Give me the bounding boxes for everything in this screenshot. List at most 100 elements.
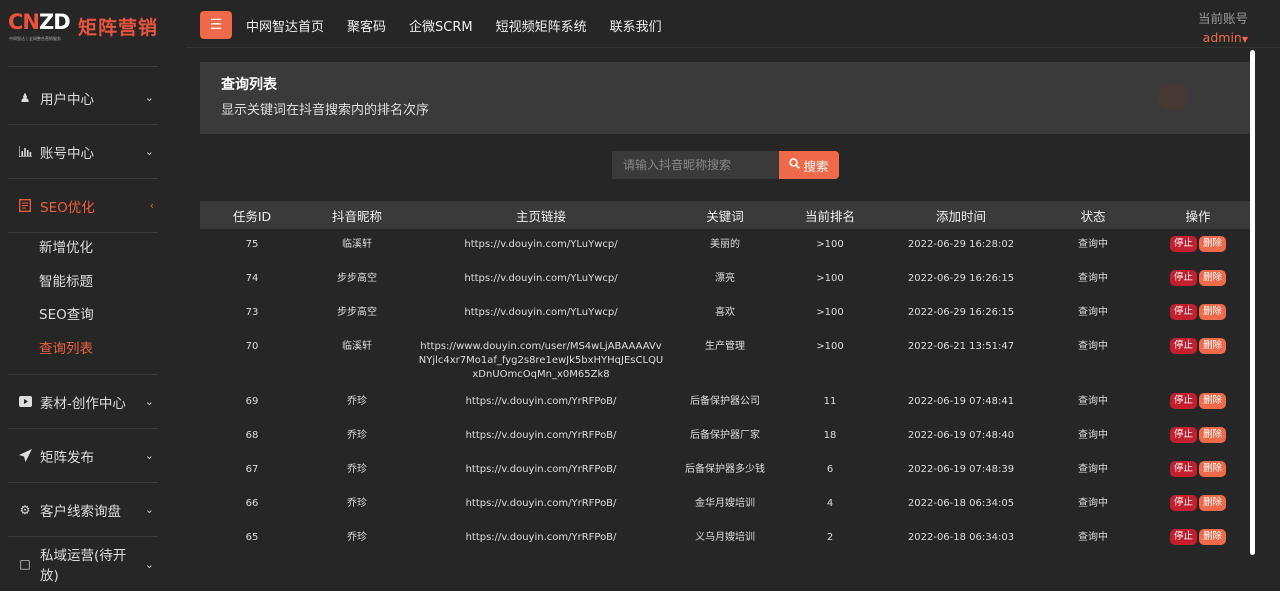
- delete-button[interactable]: 删除: [1199, 270, 1227, 286]
- table-cell-link[interactable]: https://v.douyin.com/YrRFPoB/: [410, 522, 672, 545]
- delete-button[interactable]: 删除: [1199, 236, 1227, 252]
- submenu-item-seo-query[interactable]: SEO查询: [8, 299, 158, 333]
- sidebar-item-user-center[interactable]: ♟ 用户中心 ⌄: [8, 71, 158, 125]
- table-row: 69 乔珍 https://v.douyin.com/YrRFPoB/后备保护器公司…: [200, 386, 1250, 420]
- document-icon: [18, 199, 32, 213]
- table-cell-status: 查询中: [1078, 532, 1108, 543]
- chevron-down-icon: ⌄: [144, 449, 154, 462]
- sidebar: CNZD 中网智达 | 全网整合营销服务 矩阵营销 ♟ 用户中心 ⌄ 账号中心 …: [0, 0, 186, 584]
- table-row: 70 临溪轩 https://www.douyin.com/user/MS4wLjA…: [200, 331, 1250, 386]
- delete-button[interactable]: 删除: [1199, 338, 1227, 354]
- send-icon: [18, 449, 32, 463]
- submenu-item-new-optimization[interactable]: 新增优化: [8, 232, 158, 266]
- stop-button[interactable]: 停止: [1169, 495, 1197, 511]
- stop-button[interactable]: 停止: [1169, 338, 1197, 354]
- search-button[interactable]: 搜索: [779, 151, 839, 179]
- delete-button[interactable]: 删除: [1199, 461, 1227, 477]
- delete-button[interactable]: 删除: [1199, 529, 1227, 545]
- table-cell-rank: >100: [816, 273, 844, 284]
- submenu-item-query-list[interactable]: 查询列表: [8, 333, 158, 367]
- table-cell-link[interactable]: https://v.douyin.com/YrRFPoB/: [410, 488, 672, 511]
- sidebar-item-private-domain[interactable]: □ 私域运营(待开放) ⌄: [8, 537, 158, 591]
- nav-juke-code[interactable]: 聚客码: [347, 16, 386, 35]
- table-cell-link[interactable]: https://v.douyin.com/YLuYwcp/: [410, 297, 672, 320]
- table-cell-id: 67: [245, 464, 259, 475]
- sidebar-item-label: 账号中心: [40, 145, 94, 162]
- gear-icon: ⚙: [19, 502, 31, 517]
- table-cell-time: 2022-06-18 06:34:05: [907, 498, 1015, 509]
- table-cell-time: 2022-06-29 16:28:02: [907, 239, 1015, 250]
- submenu-item-smart-title[interactable]: 智能标题: [8, 266, 158, 300]
- table-cell-kw: 美丽的: [710, 239, 740, 250]
- sidebar-item-matrix-publish[interactable]: 矩阵发布 ⌄: [8, 429, 158, 483]
- table-cell-kw: 漂亮: [715, 273, 735, 284]
- scrollbar[interactable]: [1250, 50, 1255, 555]
- table-cell-nick: 乔珍: [347, 498, 367, 509]
- delete-button[interactable]: 删除: [1199, 304, 1227, 320]
- table-cell-nick: 临溪轩: [342, 341, 372, 352]
- video-icon: [18, 395, 32, 409]
- stop-button[interactable]: 停止: [1169, 461, 1197, 477]
- delete-button[interactable]: 删除: [1199, 393, 1227, 409]
- sidebar-item-label: 私域运营(待开放): [40, 548, 127, 584]
- stop-button[interactable]: 停止: [1169, 393, 1197, 409]
- table-cell-kw: 义乌月嫂培训: [695, 532, 755, 543]
- sidebar-item-account-center[interactable]: 账号中心 ⌄: [8, 125, 158, 179]
- sidebar-item-leads[interactable]: ⚙ 客户线索询盘 ⌄: [8, 483, 158, 537]
- stop-button[interactable]: 停止: [1169, 529, 1197, 545]
- table-cell-id: 69: [245, 396, 259, 407]
- table-cell-link[interactable]: https://v.douyin.com/YrRFPoB/: [410, 386, 672, 409]
- table-cell-status: 查询中: [1078, 396, 1108, 407]
- table-row: 75 临溪轩 https://v.douyin.com/YLuYwcp/美丽的 >10…: [200, 229, 1250, 263]
- logo[interactable]: CNZD 中网智达 | 全网整合营销服务 矩阵营销: [8, 10, 178, 50]
- nav-video-matrix[interactable]: 短视频矩阵系统: [496, 16, 587, 35]
- search-input[interactable]: [612, 151, 780, 179]
- table-cell-actions: 停止 删除: [1146, 263, 1250, 286]
- table-cell-rank: >100: [816, 239, 844, 250]
- table-cell-id: 66: [245, 498, 259, 509]
- table-cell-actions: 停止 删除: [1146, 229, 1250, 252]
- sidebar-item-label: 用户中心: [40, 91, 94, 108]
- stop-button[interactable]: 停止: [1169, 427, 1197, 443]
- chevron-down-icon: ⌄: [144, 503, 154, 516]
- table-cell-link[interactable]: https://v.douyin.com/YrRFPoB/: [410, 420, 672, 443]
- menu-toggle-button[interactable]: ☰: [200, 11, 232, 39]
- table-cell-rank: 11: [823, 396, 837, 407]
- nav-home[interactable]: 中网智达首页: [246, 16, 324, 35]
- account-info: 当前账号 admin▼: [1198, 8, 1248, 45]
- nav-contact[interactable]: 联系我们: [610, 16, 662, 35]
- table-cell-link[interactable]: https://www.douyin.com/user/MS4wLjABAAAA…: [410, 331, 672, 382]
- table-cell-actions: 停止 删除: [1146, 488, 1250, 511]
- delete-button[interactable]: 删除: [1199, 427, 1227, 443]
- sidebar-item-material[interactable]: 素材-创作中心 ⌄: [8, 375, 158, 429]
- stop-button[interactable]: 停止: [1169, 270, 1197, 286]
- table-cell-status: 查询中: [1078, 464, 1108, 475]
- hamburger-icon: ☰: [209, 17, 223, 33]
- table-cell-link[interactable]: https://v.douyin.com/YrRFPoB/: [410, 454, 672, 477]
- query-table: 任务ID 抖音昵称 主页链接 关键词 当前排名 添加时间 状态 操作 75 临溪轩…: [200, 201, 1250, 556]
- table-cell-rank: 4: [826, 498, 834, 509]
- table-cell-kw: 生产管理: [705, 341, 745, 352]
- table-cell-kw: 后备保护器厂家: [690, 430, 760, 441]
- account-dropdown[interactable]: admin▼: [1198, 30, 1248, 45]
- delete-button[interactable]: 删除: [1199, 495, 1227, 511]
- page-description: 显示关键词在抖音搜索内的排名次序: [221, 103, 430, 118]
- table-cell-nick: 乔珍: [347, 396, 367, 407]
- table-cell-id: 68: [245, 430, 259, 441]
- chevron-down-icon: ⌄: [144, 145, 154, 158]
- account-label: 当前账号: [1197, 11, 1248, 26]
- table-cell-rank: 2: [826, 532, 834, 543]
- chevron-down-icon: ⌄: [144, 91, 154, 104]
- logo-name: 矩阵营销: [78, 17, 159, 39]
- sidebar-item-seo[interactable]: SEO优化 ‹: [8, 179, 158, 233]
- table-row: 67 乔珍 https://v.douyin.com/YrRFPoB/后备保护器多少…: [200, 454, 1250, 488]
- table-row: 74 步步高空 https://v.douyin.com/YLuYwcp/漂亮 >10…: [200, 263, 1250, 297]
- table-cell-link[interactable]: https://v.douyin.com/YLuYwcp/: [410, 263, 672, 286]
- table-cell-link[interactable]: https://v.douyin.com/YLuYwcp/: [410, 229, 672, 252]
- stop-button[interactable]: 停止: [1169, 236, 1197, 252]
- chevron-down-icon: ⌄: [144, 395, 154, 408]
- table-cell-time: 2022-06-18 06:34:03: [907, 532, 1015, 543]
- column-header: 关键词: [706, 208, 744, 224]
- nav-scrm[interactable]: 企微SCRM: [409, 16, 473, 35]
- stop-button[interactable]: 停止: [1169, 304, 1197, 320]
